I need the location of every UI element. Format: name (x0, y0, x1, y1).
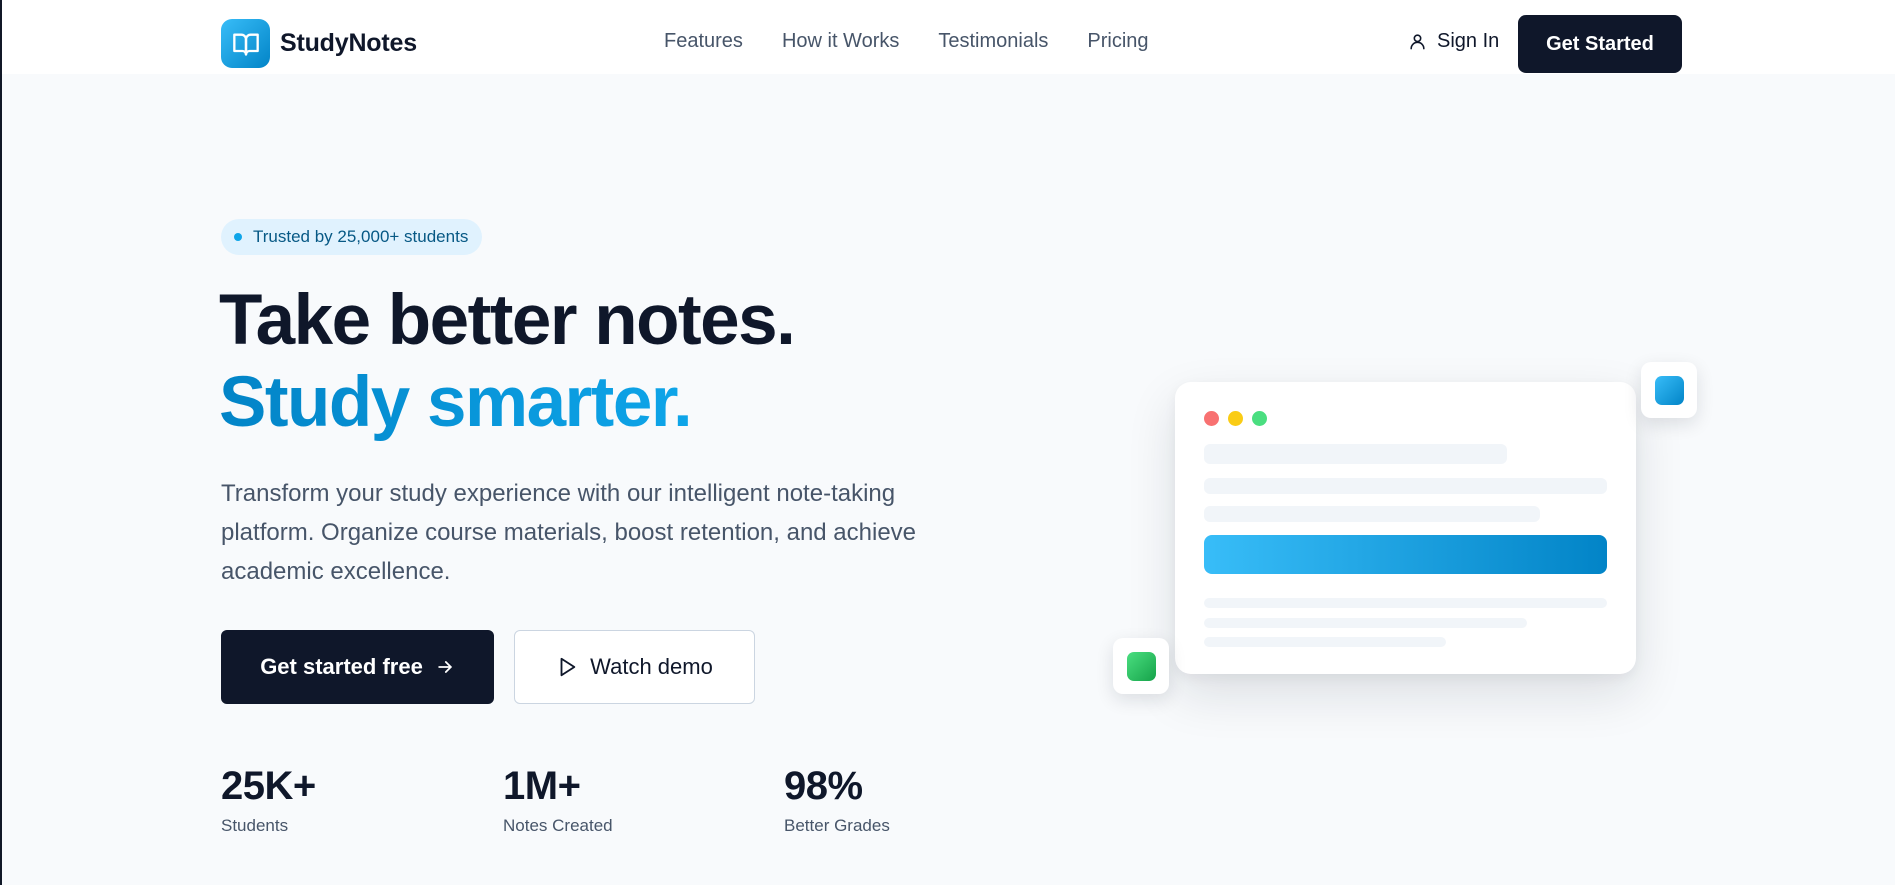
stat-students: 25K+ Students (221, 762, 316, 836)
green-square-icon (1126, 651, 1156, 681)
floating-tile-blue (1641, 362, 1697, 418)
window-dot-yellow (1228, 411, 1243, 426)
book-open-icon (221, 19, 270, 68)
watch-demo-label: Watch demo (590, 654, 713, 679)
floating-tile-green (1113, 638, 1169, 694)
sign-in-link[interactable]: Sign In (1408, 30, 1499, 53)
hero-description: Transform your study experience with our… (221, 480, 917, 585)
placeholder-line (1204, 444, 1507, 464)
play-icon (556, 656, 578, 678)
nav-link-testimonials[interactable]: Testimonials (938, 30, 1048, 53)
placeholder-line (1204, 598, 1607, 608)
blue-square-icon (1654, 375, 1684, 405)
window-dot-green (1252, 411, 1267, 426)
placeholder-line (1204, 618, 1527, 628)
highlight-bar (1204, 535, 1607, 574)
hero-title: Take better notes. (219, 281, 796, 360)
watch-demo-button[interactable]: Watch demo (514, 630, 755, 704)
placeholder-line (1204, 506, 1540, 522)
brand-name: StudyNotes (280, 29, 417, 57)
stat-notes-created: 1M+ Notes Created (503, 762, 613, 836)
user-icon (1408, 32, 1427, 51)
stat-value: 25K+ (221, 764, 316, 808)
window-dot-red (1204, 411, 1219, 426)
get-started-button[interactable]: Get Started (1518, 15, 1682, 73)
hero-title-accent: Study smarter. (219, 363, 693, 442)
stat-label: Notes Created (503, 816, 613, 835)
stat-value: 98% (784, 764, 863, 808)
get-started-free-button[interactable]: Get started free (221, 630, 494, 704)
badge-dot (234, 233, 242, 241)
stat-label: Students (221, 816, 289, 835)
placeholder-line (1204, 478, 1607, 494)
placeholder-line (1204, 637, 1446, 647)
arrow-right-icon (435, 657, 455, 677)
nav-link-pricing[interactable]: Pricing (1087, 30, 1148, 53)
app-preview-mockup (1175, 382, 1636, 674)
sign-in-label: Sign In (1437, 30, 1500, 52)
stat-value: 1M+ (503, 764, 581, 808)
window-left-border (0, 0, 2, 885)
main-nav: Features How it Works Testimonials Prici… (664, 30, 1188, 53)
badge-text: Trusted by 25,000+ students (253, 227, 469, 246)
brand[interactable]: StudyNotes (221, 19, 417, 68)
nav-link-features[interactable]: Features (664, 30, 743, 53)
trust-badge: Trusted by 25,000+ students (221, 219, 483, 255)
stat-better-grades: 98% Better Grades (784, 762, 890, 836)
site-header: StudyNotes Features How it Works Testimo… (2, 0, 1895, 74)
get-started-free-label: Get started free (260, 654, 423, 679)
stat-label: Better Grades (784, 816, 890, 835)
nav-link-how-it-works[interactable]: How it Works (782, 30, 899, 53)
